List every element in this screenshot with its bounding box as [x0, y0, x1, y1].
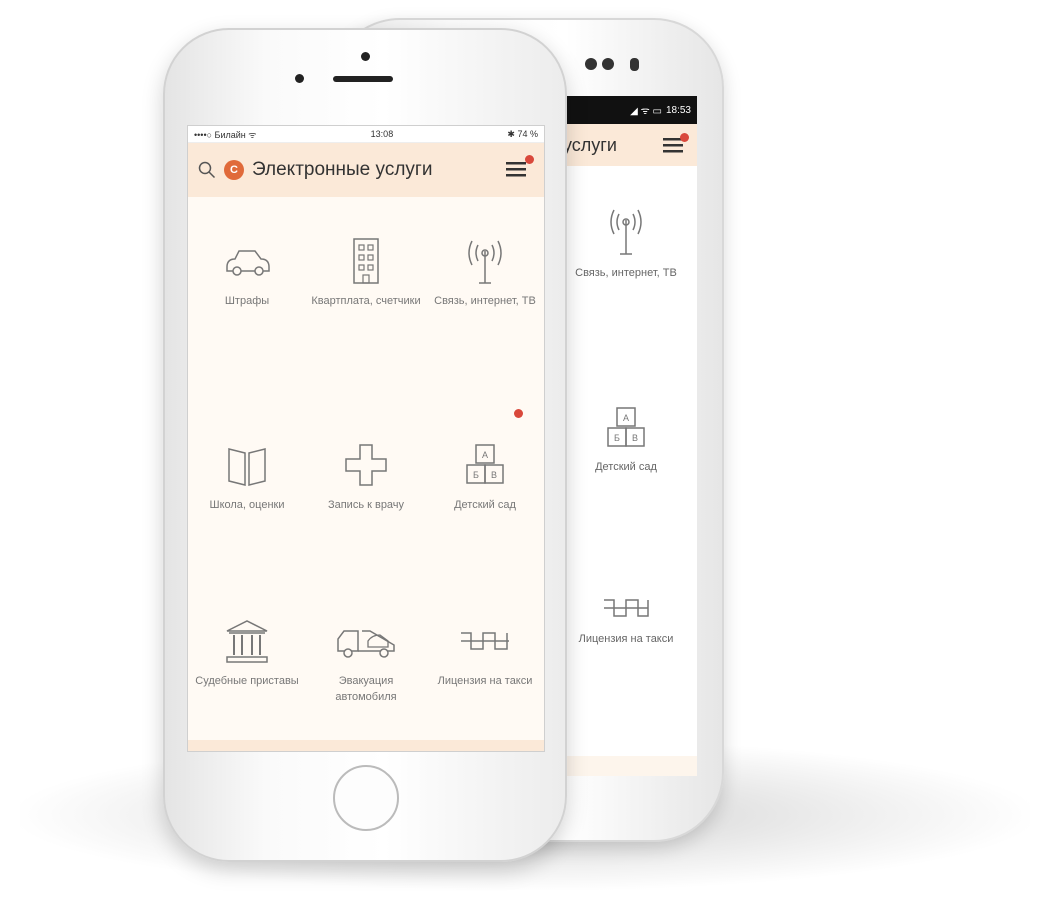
- android-screen: ◢ ᯤ ▭ 18:53 услуги Связь, интернет, ТВ А…: [557, 96, 697, 776]
- service-tile-doctor[interactable]: Запись к врачу: [307, 441, 425, 513]
- court-building-icon: [226, 620, 268, 663]
- service-label: Штрафы: [224, 295, 270, 307]
- service-tile-fines[interactable]: Штрафы: [188, 237, 306, 309]
- app-bar: С Электронные услуги: [188, 143, 544, 197]
- svg-text:В: В: [632, 433, 638, 443]
- svg-text:А: А: [482, 450, 488, 460]
- android-app-title: услуги: [563, 134, 617, 155]
- android-sensor-dot: [602, 58, 614, 70]
- service-label: Связь, интернет, ТВ: [434, 295, 536, 307]
- services-grid: Штрафы Квартплата, счетчики Связь, интер…: [188, 197, 544, 751]
- service-label: Детский сад: [454, 499, 516, 511]
- android-service-label: Детский сад: [595, 461, 657, 473]
- android-app-bar: услуги: [557, 124, 697, 166]
- android-service-list: Связь, интернет, ТВ А Б В Детский сад Ли…: [557, 166, 697, 756]
- menu-icon[interactable]: [506, 161, 528, 177]
- notification-badge: [514, 409, 523, 418]
- service-label: Запись к врачу: [327, 499, 405, 511]
- service-label: Школа, оценки: [209, 499, 285, 511]
- battery-indicator: ✱ 74 %: [507, 128, 538, 139]
- android-status-bar: ◢ ᯤ ▭ 18:53: [557, 96, 697, 124]
- service-label: Эвакуация автомобиля: [335, 675, 397, 703]
- car-icon: [226, 250, 270, 276]
- svg-text:Б: Б: [473, 470, 479, 480]
- android-sensor-dot: [585, 58, 597, 70]
- kindergarten-blocks-icon: А Б В: [466, 444, 504, 484]
- medical-cross-icon: [345, 444, 387, 486]
- android-status-time: 18:53: [665, 104, 691, 116]
- status-time: 13:08: [370, 129, 394, 139]
- android-service-label: Связь, интернет, ТВ: [575, 267, 677, 279]
- notification-badge: [525, 155, 534, 164]
- search-icon[interactable]: [198, 161, 216, 179]
- page-title: Электронные услуги: [252, 159, 433, 180]
- android-service-label: Лицензия на такси: [578, 633, 674, 645]
- app-logo-icon: С: [224, 160, 244, 180]
- front-camera-icon: [361, 52, 370, 61]
- antenna-icon: [610, 209, 642, 255]
- svg-text:Б: Б: [614, 433, 620, 443]
- android-camera-icon: [630, 58, 639, 71]
- svg-text:А: А: [623, 413, 629, 423]
- notification-badge: [680, 133, 689, 142]
- taxi-checker-icon: [461, 632, 509, 650]
- carrier-label: ••••○ Билайн ᯤ: [194, 129, 257, 140]
- service-label: Лицензия на такси: [437, 675, 533, 687]
- kindergarten-blocks-icon: А Б В: [607, 407, 645, 447]
- tow-truck-icon: [337, 630, 395, 658]
- taxi-checker-icon: [604, 599, 649, 617]
- service-tile-telecom[interactable]: Связь, интернет, ТВ: [426, 237, 544, 309]
- signal-icon: ◢ ᯤ ▭: [630, 106, 662, 117]
- book-icon: [228, 448, 266, 486]
- building-icon: [353, 238, 379, 284]
- proximity-sensor-icon: [295, 74, 304, 83]
- earpiece-speaker: [333, 76, 393, 82]
- service-label: Судебные приставы: [195, 675, 299, 687]
- iphone: ••••○ Билайн ᯤ 13:08 ✱ 74 % С Электронны…: [163, 28, 567, 862]
- service-label: Квартплата, счетчики: [311, 295, 421, 307]
- antenna-icon: [468, 240, 502, 284]
- android-service-tile[interactable]: Связь, интернет, ТВ: [561, 206, 691, 281]
- bottom-bar: [188, 740, 544, 751]
- service-tile-bailiffs[interactable]: Судебные приставы: [188, 617, 306, 689]
- service-tile-kindergarten[interactable]: А Б В Детский сад: [426, 441, 544, 513]
- ios-status-bar: ••••○ Билайн ᯤ 13:08 ✱ 74 %: [188, 126, 544, 143]
- iphone-screen: ••••○ Билайн ᯤ 13:08 ✱ 74 % С Электронны…: [187, 125, 545, 752]
- android-service-tile[interactable]: Лицензия на такси: [561, 596, 691, 647]
- service-tile-taxi[interactable]: Лицензия на такси: [426, 617, 544, 689]
- home-button[interactable]: [333, 765, 399, 831]
- android-service-tile[interactable]: А Б В Детский сад: [561, 406, 691, 475]
- service-tile-school[interactable]: Школа, оценки: [188, 441, 306, 513]
- service-tile-towing[interactable]: Эвакуация автомобиля: [307, 617, 425, 705]
- service-tile-utilities[interactable]: Квартплата, счетчики: [307, 237, 425, 309]
- svg-text:В: В: [491, 470, 497, 480]
